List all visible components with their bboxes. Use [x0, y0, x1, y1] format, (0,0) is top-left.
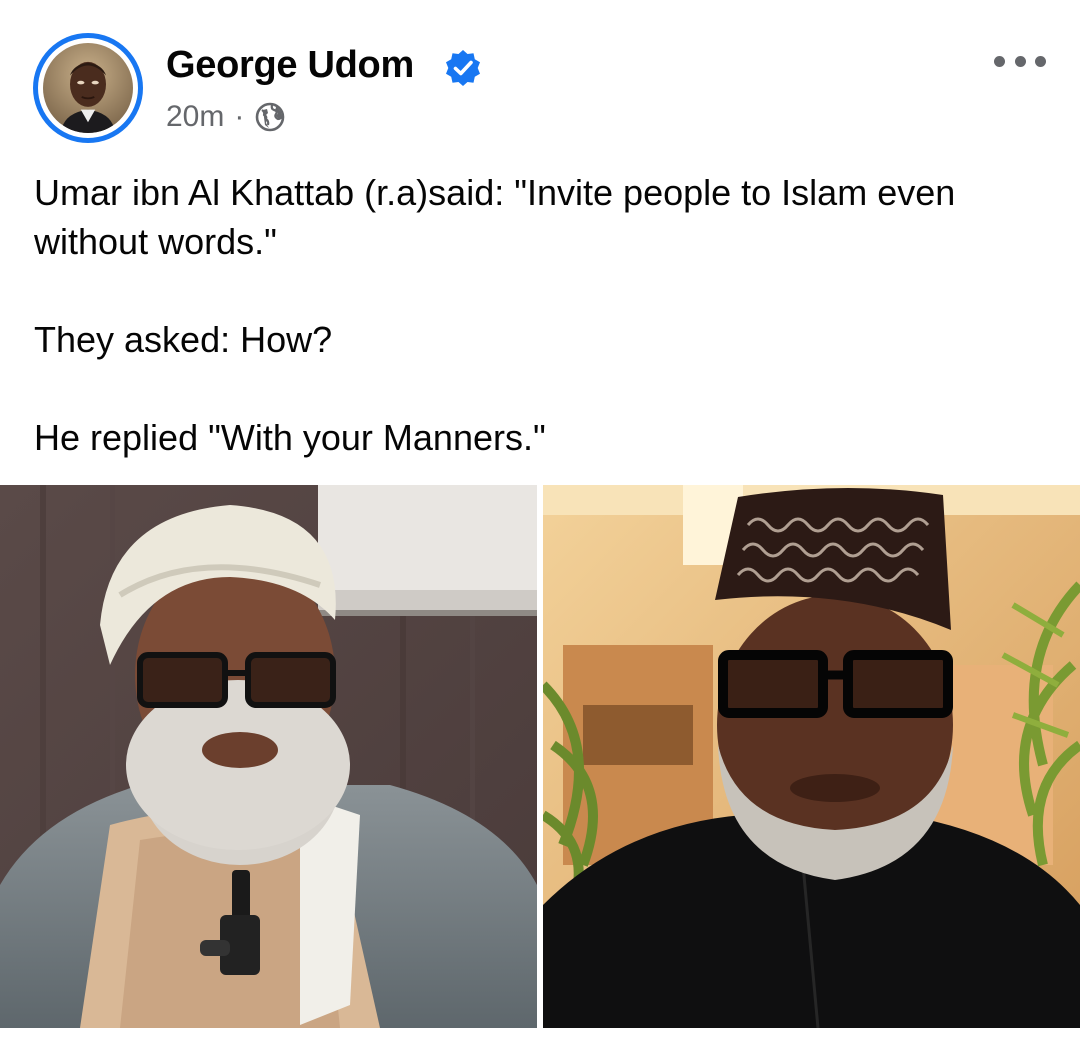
- post-photo-right[interactable]: [543, 485, 1080, 1028]
- post-text: Umar ibn Al Khattab (r.a)said: "Invite p…: [34, 168, 1044, 462]
- photo-grid: [0, 485, 1080, 1028]
- facebook-post: George Udom 20m · Umar ibn Al Khattab (r…: [0, 0, 1080, 1043]
- post-text-paragraph: He replied "With your Manners.": [34, 417, 546, 458]
- more-horizontal-icon: [1035, 55, 1046, 67]
- globe-icon[interactable]: [254, 101, 286, 133]
- more-options-button[interactable]: [994, 46, 1046, 76]
- profile-photo-icon: [43, 43, 133, 133]
- avatar-border: [38, 38, 138, 138]
- portrait-turban-man-image: [0, 485, 537, 1028]
- meta-separator: ·: [234, 100, 245, 133]
- post-photo-left[interactable]: [0, 485, 537, 1028]
- avatar[interactable]: [33, 33, 143, 143]
- author-name[interactable]: George Udom: [166, 42, 414, 88]
- post-text-paragraph: They asked: How?: [34, 319, 333, 360]
- post-time[interactable]: 20m: [166, 100, 224, 134]
- post-bottom-edge: [0, 1028, 1080, 1043]
- more-horizontal-icon: [1014, 55, 1026, 67]
- post-text-paragraph: Umar ibn Al Khattab (r.a)said: "Invite p…: [34, 172, 966, 262]
- portrait-cap-man-image: [543, 485, 1080, 1028]
- verified-badge-icon: [446, 50, 480, 86]
- more-horizontal-icon: [994, 55, 1005, 67]
- post-meta: 20m ·: [166, 98, 286, 136]
